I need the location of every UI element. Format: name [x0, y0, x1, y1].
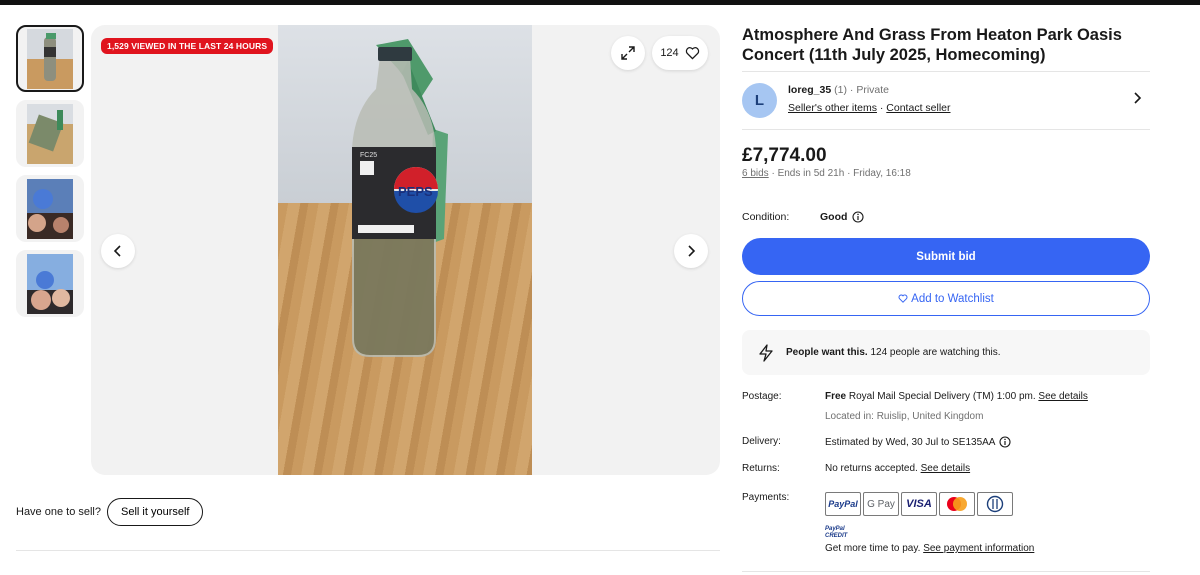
popularity-text: People want this. 124 people are watchin…: [786, 347, 1001, 358]
add-to-watchlist-button[interactable]: Add to Watchlist: [742, 281, 1150, 316]
previous-image-button[interactable]: [101, 234, 135, 268]
contact-seller-link[interactable]: Contact seller: [886, 102, 950, 114]
seller-feedback: (1): [834, 84, 847, 96]
paypal-icon: PayPal: [825, 492, 861, 516]
condition-label: Condition:: [742, 211, 790, 223]
postage-see-details-link[interactable]: See details: [1038, 391, 1087, 402]
postage-label: Postage:: [742, 391, 782, 402]
paypal-credit-info: Get more time to pay. See payment inform…: [825, 543, 1034, 554]
thumbnail-1[interactable]: [16, 25, 84, 92]
thumbnail-3[interactable]: [16, 175, 84, 242]
top-bar: [0, 0, 1200, 5]
item-location: Located in: Ruislip, United Kingdom: [825, 411, 984, 422]
heart-icon: [685, 47, 699, 60]
svg-text:PEPS: PEPS: [398, 184, 433, 199]
bid-info: 6 bids · Ends in 5d 21h · Friday, 16:18: [742, 168, 911, 179]
divider: [742, 571, 1150, 572]
mastercard-icon: [939, 492, 975, 516]
divider: [16, 550, 720, 551]
payment-methods: PayPal G Pay VISA: [825, 492, 1013, 516]
lightning-icon: [759, 343, 773, 362]
watch-count: 124: [660, 47, 679, 59]
separator: ·: [876, 102, 887, 114]
condition-row: Condition: Good: [742, 211, 864, 223]
expand-icon: [621, 46, 635, 60]
current-price: £7,774.00: [742, 145, 827, 166]
popularity-bold: People want this.: [786, 347, 868, 358]
seller-name: loreg_35: [788, 84, 832, 96]
delivery-text: Estimated by Wed, 30 Jul to SE135AA: [825, 436, 996, 448]
seller-avatar: L: [742, 83, 777, 118]
chevron-left-icon: [113, 245, 121, 257]
thumbnail-image: [27, 178, 73, 239]
see-payment-information-link[interactable]: See payment information: [923, 543, 1034, 554]
auction-end-time: · Ends in 5d 21h · Friday, 16:18: [768, 168, 911, 179]
sell-prompt: Have one to sell?: [16, 506, 101, 518]
svg-text:FC25: FC25: [360, 152, 377, 159]
add-to-watchlist-label: Add to Watchlist: [911, 292, 994, 305]
thumbnail-image: [27, 253, 73, 314]
thumbnail-image: [27, 28, 73, 89]
watch-count-button[interactable]: 124: [652, 36, 708, 70]
info-icon[interactable]: [999, 436, 1012, 448]
chevron-right-icon: [688, 245, 696, 257]
listing-title: Atmosphere And Grass From Heaton Park Oa…: [742, 26, 1122, 64]
google-pay-icon: G Pay: [863, 492, 899, 516]
next-image-button[interactable]: [674, 234, 708, 268]
returns-value: No returns accepted. See details: [825, 463, 970, 474]
thumbnail-image: [27, 103, 73, 164]
paypal-credit-icon: PayPal CREDIT: [825, 526, 848, 539]
postage-value: Free Royal Mail Special Delivery (TM) 1:…: [825, 391, 1088, 402]
divider: [742, 71, 1150, 72]
listing-details: Atmosphere And Grass From Heaton Park Oa…: [742, 25, 1150, 572]
chevron-right-icon: [1134, 92, 1142, 104]
returns-see-details-link[interactable]: See details: [921, 463, 970, 474]
bottle-image: PEPS FC25: [352, 39, 448, 357]
thumbnail-list: [16, 25, 86, 325]
returns-label: Returns:: [742, 463, 780, 474]
popularity-count: 124 people are watching this.: [867, 347, 1001, 358]
seller-info: loreg_35 (1) · Private: [788, 84, 889, 96]
popularity-banner: People want this. 124 people are watchin…: [742, 330, 1150, 375]
delivery-value: Estimated by Wed, 30 Jul to SE135AA: [825, 436, 1012, 448]
condition-value-wrap: Good: [820, 211, 864, 223]
divider: [742, 129, 1150, 130]
expand-button[interactable]: [611, 36, 645, 70]
sell-it-yourself-button[interactable]: Sell it yourself: [107, 498, 204, 526]
postage-text: Royal Mail Special Delivery (TM) 1:00 pm…: [846, 391, 1039, 402]
seller-links: Seller's other items · Contact seller: [788, 102, 951, 114]
main-photo[interactable]: PEPS FC25: [278, 25, 532, 475]
postage-free: Free: [825, 391, 847, 402]
seller-type: Private: [856, 84, 889, 96]
delivery-label: Delivery:: [742, 436, 781, 447]
seller-card[interactable]: L loreg_35 (1) · Private Seller's other …: [742, 81, 1150, 131]
info-icon[interactable]: [852, 211, 864, 223]
payments-label: Payments:: [742, 492, 790, 503]
image-gallery: PEPS FC25 1,529 VIEWED IN THE LAST 24 HO…: [91, 25, 720, 475]
heart-icon: [898, 294, 908, 303]
sell-section: Have one to sell? Sell it yourself: [16, 498, 204, 526]
thumbnail-2[interactable]: [16, 100, 84, 167]
condition-value: Good: [820, 211, 848, 223]
submit-bid-button[interactable]: Submit bid: [742, 238, 1150, 275]
thumbnail-4[interactable]: [16, 250, 84, 317]
seller-other-items-link[interactable]: Seller's other items: [788, 102, 877, 114]
bids-link[interactable]: 6 bids: [742, 168, 769, 179]
returns-text: No returns accepted.: [825, 463, 921, 474]
diners-club-icon: [977, 492, 1013, 516]
separator: ·: [846, 84, 857, 96]
credit-text: Get more time to pay.: [825, 543, 924, 554]
views-badge: 1,529 VIEWED IN THE LAST 24 HOURS: [101, 38, 274, 54]
visa-icon: VISA: [901, 492, 937, 516]
